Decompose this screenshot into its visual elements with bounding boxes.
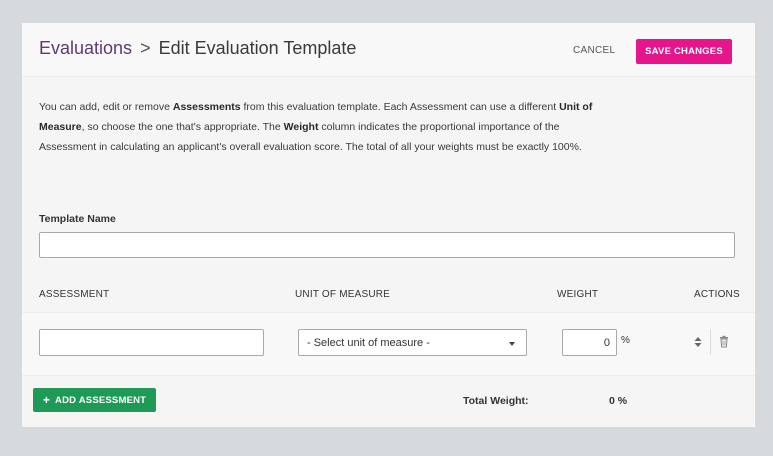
instructions-part: You can add, edit or remove: [39, 101, 173, 113]
unit-of-measure-select[interactable]: - Select unit of measure -: [298, 329, 527, 356]
weight-percent-sign: %: [621, 335, 630, 346]
total-weight-value: 0 %: [609, 395, 628, 407]
sort-icon[interactable]: [691, 334, 705, 350]
column-header-unit-of-measure: UNIT OF MEASURE: [295, 289, 391, 300]
instructions-part: from this evaluation template. Each Asse…: [240, 101, 560, 113]
breadcrumb-separator: >: [140, 38, 151, 58]
page-title: Edit Evaluation Template: [158, 38, 357, 58]
instructions-bold-weight: Weight: [283, 121, 319, 133]
breadcrumb: Evaluations > Edit Evaluation Template: [39, 38, 356, 59]
instructions-part: , so choose the one that's appropriate. …: [81, 121, 284, 133]
column-header-assessment: ASSESSMENT: [39, 289, 110, 300]
trash-icon[interactable]: [717, 334, 731, 350]
add-assessment-button[interactable]: + ADD ASSESSMENT: [33, 388, 156, 412]
edit-template-panel: Evaluations > Edit Evaluation Template CAN…: [22, 23, 755, 427]
cancel-button[interactable]: CANCEL: [573, 45, 615, 56]
page-header: Evaluations > Edit Evaluation Template CAN…: [22, 23, 755, 77]
weight-input[interactable]: [562, 329, 617, 356]
breadcrumb-evaluations-link[interactable]: Evaluations: [39, 38, 132, 58]
save-changes-button[interactable]: SAVE CHANGES: [636, 39, 732, 64]
total-weight-label: Total Weight:: [463, 395, 529, 407]
instructions-text: You can add, edit or remove Assessments …: [39, 97, 619, 157]
unit-of-measure-selected: - Select unit of measure -: [307, 337, 430, 349]
template-name-input[interactable]: [39, 232, 735, 258]
actions-divider: [710, 329, 711, 355]
assessment-name-input[interactable]: [39, 329, 264, 356]
chevron-down-icon: [509, 342, 515, 346]
column-header-weight: WEIGHT: [557, 289, 599, 300]
instructions-bold-assessments: Assessments: [172, 101, 241, 113]
add-assessment-label: ADD ASSESSMENT: [55, 394, 147, 406]
template-name-label: Template Name: [39, 213, 116, 225]
column-header-actions: ACTIONS: [694, 289, 740, 300]
plus-icon: +: [42, 393, 51, 407]
